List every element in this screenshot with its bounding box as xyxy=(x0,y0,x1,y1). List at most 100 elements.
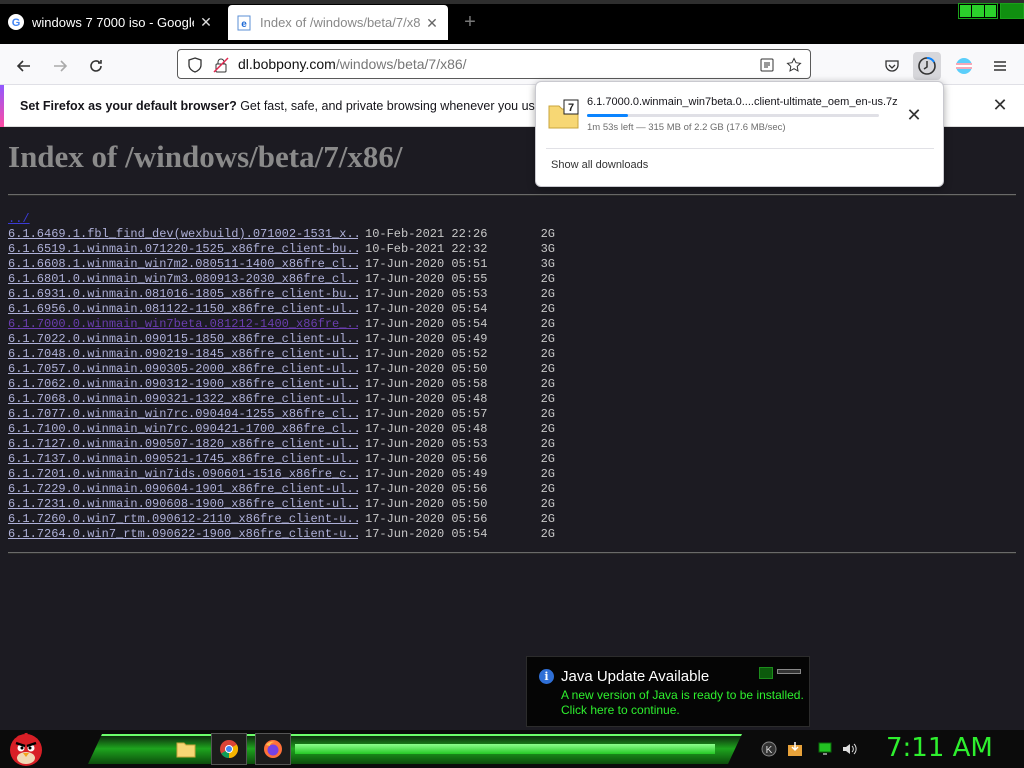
tray-network-icon[interactable] xyxy=(816,740,834,758)
file-link[interactable]: 6.1.6956.0.winmain.081122-1150_x86fre_cl… xyxy=(8,302,358,317)
file-size: 2G xyxy=(540,512,555,526)
file-size: 2G xyxy=(540,482,555,496)
file-date: 17-Jun-2020 05:50 xyxy=(365,362,488,376)
table-row: 6.1.7264.0.win7_rtm.090622-1900_x86fre_c… xyxy=(8,527,555,542)
file-link[interactable]: 6.1.7137.0.winmain.090521-1745_x86fre_cl… xyxy=(8,452,358,467)
tab-close-icon[interactable]: ✕ xyxy=(424,15,440,31)
file-link[interactable]: 6.1.6608.1.winmain_win7m2.080511-1400_x8… xyxy=(8,257,358,272)
url-path: /windows/beta/7/x86/ xyxy=(335,56,467,72)
downloads-panel: 7 6.1.7000.0.winmain_win7beta.0....clien… xyxy=(535,81,944,187)
notification-title: Set Firefox as your default browser? xyxy=(20,99,237,113)
tab-google-search[interactable]: G windows 7 7000 iso - Google Se ✕ xyxy=(0,4,222,40)
insecure-lock-icon[interactable] xyxy=(212,56,230,74)
table-row: 6.1.7100.0.winmain_win7rc.090421-1700_x8… xyxy=(8,422,555,437)
file-link[interactable]: 6.1.7201.0.winmain_win7ids.090601-1516_x… xyxy=(8,467,358,482)
parent-directory-link[interactable]: ../ xyxy=(8,212,358,227)
file-date: 17-Jun-2020 05:55 xyxy=(365,272,488,286)
notification-message: Set Firefox as your default browser? Get… xyxy=(20,99,575,113)
table-row: 6.1.6931.0.winmain.081016-1805_x86fre_cl… xyxy=(8,287,555,302)
angry-bird-icon xyxy=(10,732,42,766)
file-link[interactable]: 6.1.7077.0.winmain_win7rc.090404-1255_x8… xyxy=(8,407,358,422)
file-link[interactable]: 6.1.7229.0.winmain.090604-1901_x86fre_cl… xyxy=(8,482,358,497)
file-size: 2G xyxy=(540,332,555,346)
url-text[interactable]: dl.bobpony.com/windows/beta/7/x86/ xyxy=(238,56,467,72)
table-row: 6.1.7201.0.winmain_win7ids.090601-1516_x… xyxy=(8,467,555,482)
file-date: 17-Jun-2020 05:53 xyxy=(365,437,488,451)
tab-index-of[interactable]: e Index of /windows/beta/7/x86/ ✕ xyxy=(228,5,448,40)
window-controls[interactable] xyxy=(958,3,998,19)
file-link[interactable]: 6.1.6931.0.winmain.081016-1805_x86fre_cl… xyxy=(8,287,358,302)
tab-close-icon[interactable]: ✕ xyxy=(198,14,214,30)
table-row: 6.1.7068.0.winmain.090321-1322_x86fre_cl… xyxy=(8,392,555,407)
forward-button[interactable] xyxy=(46,52,74,80)
tray-volume-icon[interactable] xyxy=(840,740,858,758)
show-all-downloads-link[interactable]: Show all downloads xyxy=(551,159,648,171)
file-size: 2G xyxy=(540,317,555,331)
shield-icon[interactable] xyxy=(186,56,204,74)
address-bar[interactable]: dl.bobpony.com/windows/beta/7/x86/ xyxy=(177,49,811,79)
tray-update-icon[interactable] xyxy=(786,740,804,758)
tab-title: windows 7 7000 iso - Google Se xyxy=(32,14,194,30)
file-link[interactable]: 6.1.7022.0.winmain.090115-1850_x86fre_cl… xyxy=(8,332,358,347)
file-link[interactable]: 6.1.7260.0.win7_rtm.090612-2110_x86fre_c… xyxy=(8,512,358,527)
archive-file-icon: 7 xyxy=(548,98,580,130)
page-title: Index of /windows/beta/7/x86/ xyxy=(8,139,403,174)
pocket-button[interactable] xyxy=(878,52,906,80)
back-arrow-icon xyxy=(16,60,30,72)
bookmark-star-icon[interactable] xyxy=(785,56,803,74)
file-date: 17-Jun-2020 05:51 xyxy=(365,257,488,271)
cancel-download-button[interactable]: ✕ xyxy=(902,103,926,127)
file-link[interactable]: 6.1.7100.0.winmain_win7rc.090421-1700_x8… xyxy=(8,422,358,437)
file-link[interactable]: 6.1.7057.0.winmain.090305-2000_x86fre_cl… xyxy=(8,362,358,377)
window-close-control[interactable] xyxy=(1000,3,1024,19)
java-update-popup[interactable]: i Java Update Available A new version of… xyxy=(526,656,810,727)
reload-button[interactable] xyxy=(82,52,110,80)
reader-view-icon[interactable] xyxy=(758,56,776,74)
download-progress-fill xyxy=(587,114,628,117)
file-link[interactable]: 6.1.7000.0.winmain_win7beta.081212-1400_… xyxy=(8,317,358,332)
new-tab-button[interactable]: + xyxy=(458,10,482,34)
panel-separator xyxy=(546,148,934,149)
java-popup-title: Java Update Available xyxy=(561,668,710,685)
java-popup-message[interactable]: A new version of Java is ready to be ins… xyxy=(561,688,807,718)
account-button[interactable] xyxy=(950,52,978,80)
file-link[interactable]: 6.1.7062.0.winmain.090312-1900_x86fre_cl… xyxy=(8,377,358,392)
file-date: 10-Feb-2021 22:32 xyxy=(365,242,488,256)
reload-icon xyxy=(90,60,102,72)
table-row: 6.1.7137.0.winmain.090521-1745_x86fre_cl… xyxy=(8,452,555,467)
file-date: 17-Jun-2020 05:53 xyxy=(365,287,488,301)
file-link[interactable]: 6.1.7127.0.winmain.090507-1820_x86fre_cl… xyxy=(8,437,358,452)
file-size: 2G xyxy=(540,347,555,361)
svg-text:e: e xyxy=(241,19,247,30)
table-row: 6.1.7260.0.win7_rtm.090612-2110_x86fre_c… xyxy=(8,512,555,527)
file-size: 2G xyxy=(540,227,555,241)
taskbar-clock[interactable]: 7:11 AM xyxy=(886,733,993,763)
tray-keyboard-icon[interactable]: K xyxy=(760,740,778,758)
taskbar-explorer[interactable] xyxy=(168,733,204,765)
menu-button[interactable] xyxy=(986,52,1014,80)
file-date: 10-Feb-2021 22:26 xyxy=(365,227,488,241)
firefox-icon xyxy=(264,740,282,758)
file-link[interactable]: 6.1.6469.1.fbl_find_dev(wexbuild).071002… xyxy=(8,227,358,242)
file-link[interactable]: 6.1.6801.0.winmain_win7m3.080913-2030_x8… xyxy=(8,272,358,287)
file-link[interactable]: 6.1.7068.0.winmain.090321-1322_x86fre_cl… xyxy=(8,392,358,407)
table-row: 6.1.7127.0.winmain.090507-1820_x86fre_cl… xyxy=(8,437,555,452)
java-popup-minimize-icon[interactable] xyxy=(777,669,801,674)
download-filename[interactable]: 6.1.7000.0.winmain_win7beta.0....client-… xyxy=(587,96,898,108)
downloads-button[interactable] xyxy=(913,52,941,80)
table-row: 6.1.6801.0.winmain_win7m3.080913-2030_x8… xyxy=(8,272,555,287)
file-link[interactable]: 6.1.7231.0.winmain.090608-1900_x86fre_cl… xyxy=(8,497,358,512)
taskbar-chrome[interactable] xyxy=(211,733,247,765)
notification-close-button[interactable]: ✕ xyxy=(990,95,1010,115)
taskbar-firefox[interactable] xyxy=(255,733,291,765)
notification-accent-stripe xyxy=(0,85,4,127)
file-link[interactable]: 6.1.7264.0.win7_rtm.090622-1900_x86fre_c… xyxy=(8,527,358,542)
start-button[interactable] xyxy=(4,728,48,768)
file-link[interactable]: 6.1.6519.1.winmain.071220-1525_x86fre_cl… xyxy=(8,242,358,257)
table-row: 6.1.7000.0.winmain_win7beta.081212-1400_… xyxy=(8,317,555,332)
file-size: 2G xyxy=(540,497,555,511)
back-button[interactable] xyxy=(10,52,38,80)
download-progress-bar xyxy=(587,114,879,117)
table-row: 6.1.6519.1.winmain.071220-1525_x86fre_cl… xyxy=(8,242,555,257)
file-link[interactable]: 6.1.7048.0.winmain.090219-1845_x86fre_cl… xyxy=(8,347,358,362)
